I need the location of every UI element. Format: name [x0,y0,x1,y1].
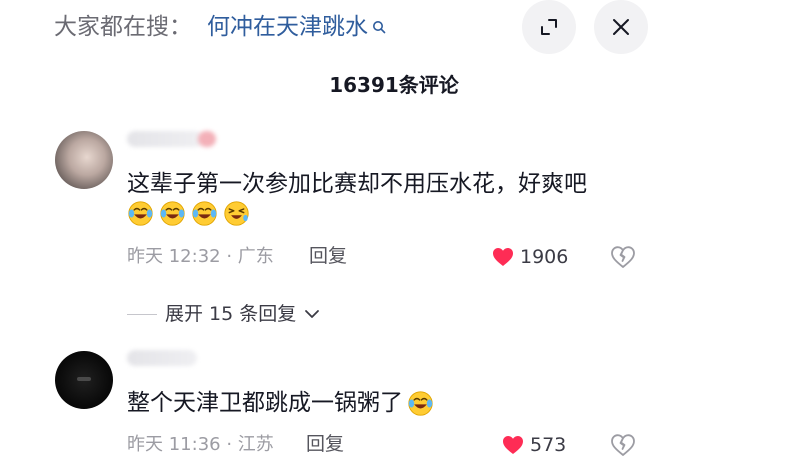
like-button[interactable]: 1906 [492,244,568,270]
like-count: 1906 [520,246,569,268]
heart-icon [493,248,513,266]
dislike-button[interactable] [610,245,636,269]
divider-line [127,313,157,315]
comment-meta: 昨天 11:36 · 江苏 [127,434,274,455]
heart-icon [503,436,523,454]
laugh-cry-emoji [128,201,153,226]
laugh-cry-emoji [160,201,185,226]
expand-replies-label: 展开 15 条回复 [165,303,297,325]
reply-button[interactable]: 回复 [306,431,344,457]
reply-button[interactable]: 回复 [309,243,347,269]
dislike-button[interactable] [610,433,636,457]
search-suggestion-link[interactable]: 何冲在天津跳水 [207,10,386,44]
broken-heart-icon [611,246,635,268]
username-blurred[interactable] [127,131,203,147]
minimize-button[interactable] [522,0,576,54]
avatar[interactable] [55,131,113,189]
search-icon [373,21,386,34]
like-button[interactable]: 573 [502,432,566,458]
close-button[interactable] [594,0,648,54]
comment-text: 整个天津卫都跳成一锅粥了 [127,390,403,416]
comment-text: 这辈子第一次参加比赛却不用压水花，好爽吧 [127,171,587,197]
comment-count-title: 16391条评论 [329,73,459,97]
like-count: 573 [530,434,567,456]
search-suggestion-query: 何冲在天津跳水 [207,14,368,40]
expand-replies-button[interactable]: 展开 15 条回复 [127,300,320,328]
comment-text-row: 整个天津卫都跳成一锅粥了 [127,386,434,420]
laugh-cry-emoji [192,201,217,226]
emoji-row [127,200,250,227]
chevron-down-icon [305,310,320,318]
username-blurred[interactable] [127,350,197,366]
comment-meta: 昨天 12:32 · 广东 [127,246,274,267]
search-suggestion-prefix: 大家都在搜： [54,14,192,40]
close-icon [613,19,629,35]
avatar[interactable] [55,351,113,409]
minimize-icon [541,19,557,35]
laugh-cry-emoji [408,390,433,416]
avatar-mark [77,377,91,381]
user-badge-blurred [198,131,216,147]
wink-laugh-emoji [224,201,249,226]
broken-heart-icon [611,434,635,456]
